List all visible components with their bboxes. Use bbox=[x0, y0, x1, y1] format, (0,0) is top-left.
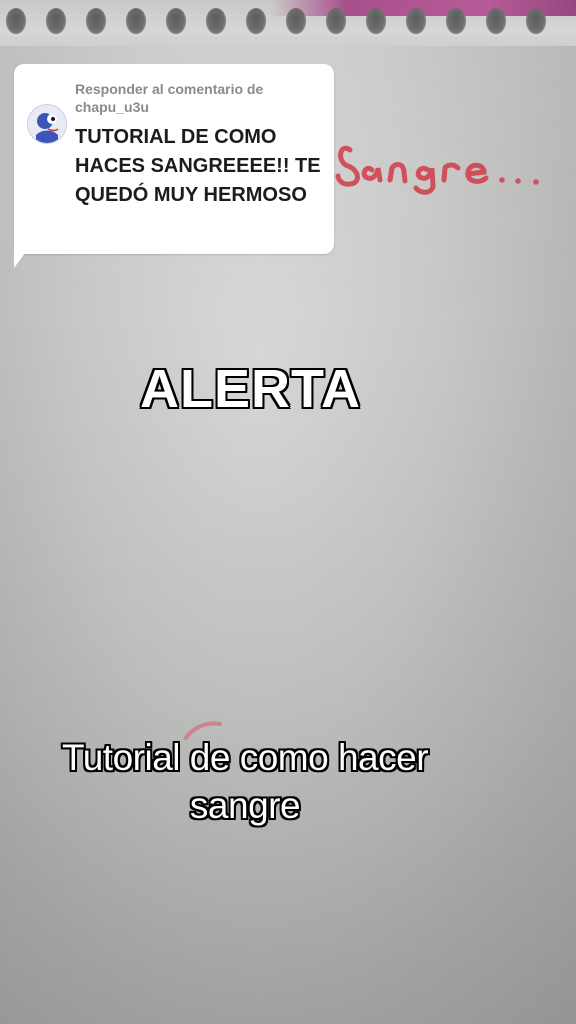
spiral-hole bbox=[406, 8, 426, 34]
reply-to-label: Responder al comentario de chapu_u3u bbox=[75, 81, 264, 115]
avatar-image-icon bbox=[28, 105, 66, 143]
comment-bubble-tail bbox=[14, 238, 36, 268]
spiral-hole bbox=[206, 8, 226, 34]
spiral-hole bbox=[286, 8, 306, 34]
spiral-hole bbox=[326, 8, 346, 34]
avatar bbox=[27, 104, 67, 144]
comment-text: TUTORIAL DE COMO HACES SANGREEEE!! TE QU… bbox=[75, 126, 321, 206]
spiral-hole bbox=[446, 8, 466, 34]
spiral-hole bbox=[246, 8, 266, 34]
spiral-hole bbox=[166, 8, 186, 34]
spiral-hole bbox=[486, 8, 506, 34]
spiral-hole bbox=[46, 8, 66, 34]
spiral-hole bbox=[86, 8, 106, 34]
video-caption: Tutorial de como hacer sangre bbox=[61, 737, 429, 826]
handwritten-sangre bbox=[335, 145, 539, 195]
spiral-hole bbox=[526, 8, 546, 34]
spiral-hole bbox=[6, 8, 26, 34]
alert-headline: ALERTA bbox=[140, 359, 361, 419]
spiral-hole bbox=[366, 8, 386, 34]
spiral-hole bbox=[126, 8, 146, 34]
